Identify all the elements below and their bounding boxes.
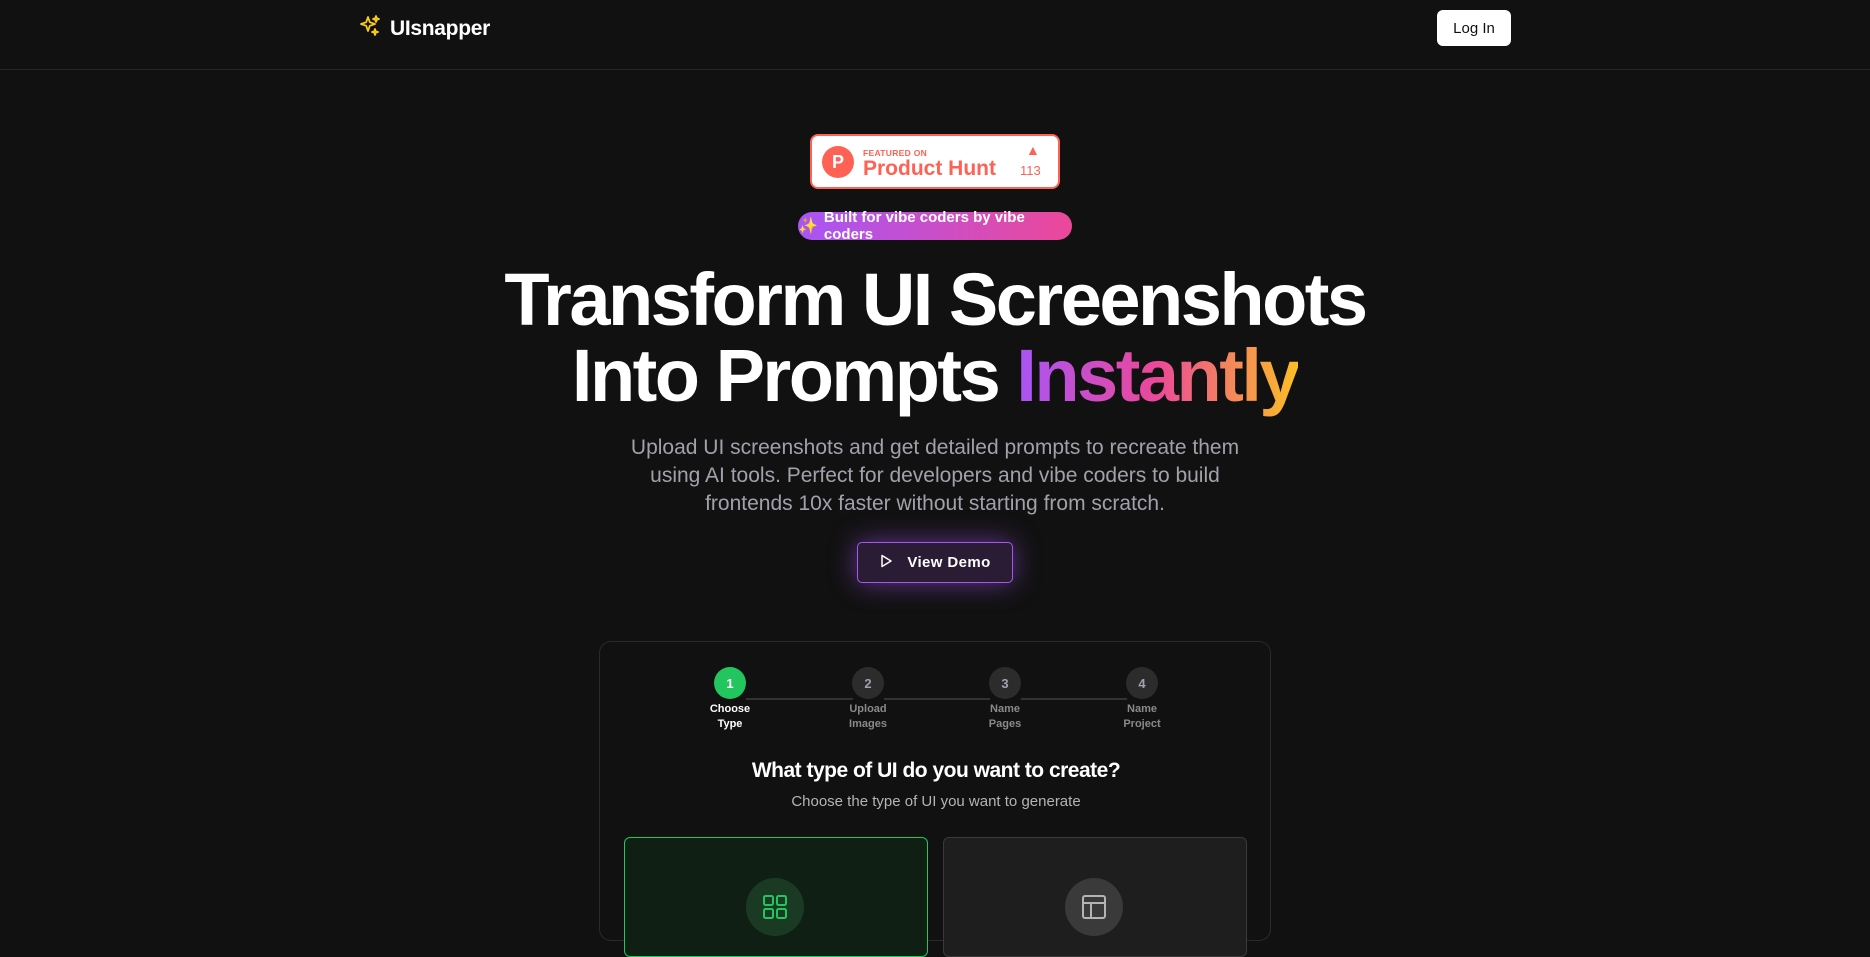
tagline-text: Built for vibe coders by vibe coders: [823, 209, 1025, 243]
upvote-count: 113: [1020, 163, 1041, 178]
step-connector: [746, 698, 853, 700]
hero-title-line1: Transform UI Screenshots: [504, 258, 1368, 341]
view-demo-button[interactable]: View Demo: [857, 542, 1013, 583]
step-1-label: Choose Type: [709, 703, 751, 730]
step-4-indicator[interactable]: 4: [1126, 667, 1158, 699]
hero-title-line2: Into Prompts: [571, 334, 1017, 417]
product-hunt-logo: P: [822, 146, 854, 178]
login-button[interactable]: Log In: [1437, 10, 1511, 46]
upvote-arrow-icon: ▲: [1026, 142, 1040, 158]
hero-title: Transform UI Screenshots Into Prompts In…: [0, 262, 1870, 414]
step-3-indicator[interactable]: 3: [989, 667, 1021, 699]
step-3-label: Name Pages: [988, 703, 1022, 730]
brand-logo[interactable]: UIsnapper: [358, 14, 490, 43]
ui-type-option[interactable]: [943, 837, 1247, 957]
step-4-label: Name Project: [1123, 703, 1161, 730]
ui-type-option-selected[interactable]: [624, 837, 928, 957]
layout-icon: [1065, 878, 1123, 936]
product-hunt-name: Product Hunt: [863, 157, 996, 180]
step-connector: [884, 698, 990, 700]
hero-subtitle: Upload UI screenshots and get detailed p…: [630, 436, 1240, 515]
step-2-label: Upload Images: [849, 703, 887, 730]
wizard-title: What type of UI do you want to create?: [751, 759, 1121, 782]
wizard-card: 1 Choose Type 2 Upload Images 3 Name Pages …: [599, 641, 1271, 957]
step-1-indicator[interactable]: 1: [714, 667, 746, 699]
sparkles-icon: [358, 14, 382, 43]
hero-title-highlight: Instantly: [1016, 334, 1300, 417]
view-demo-label: View Demo: [907, 554, 991, 571]
wizard-subtitle: Choose the type of UI you want to genera…: [791, 793, 1081, 810]
grid-icon: [746, 878, 804, 936]
step-connector: [1021, 698, 1127, 700]
brand-name: UIsnapper: [390, 16, 490, 40]
product-hunt-badge[interactable]: P FEATURED ON Product Hunt ▲ 113: [810, 134, 1060, 189]
play-icon: [879, 554, 893, 571]
navbar: UIsnapper Log In: [0, 0, 1870, 70]
tagline-badge: ✨ Built for vibe coders by vibe coders: [798, 209, 1072, 243]
step-2-indicator[interactable]: 2: [852, 667, 884, 699]
sparkles-emoji-icon: ✨: [798, 218, 818, 235]
